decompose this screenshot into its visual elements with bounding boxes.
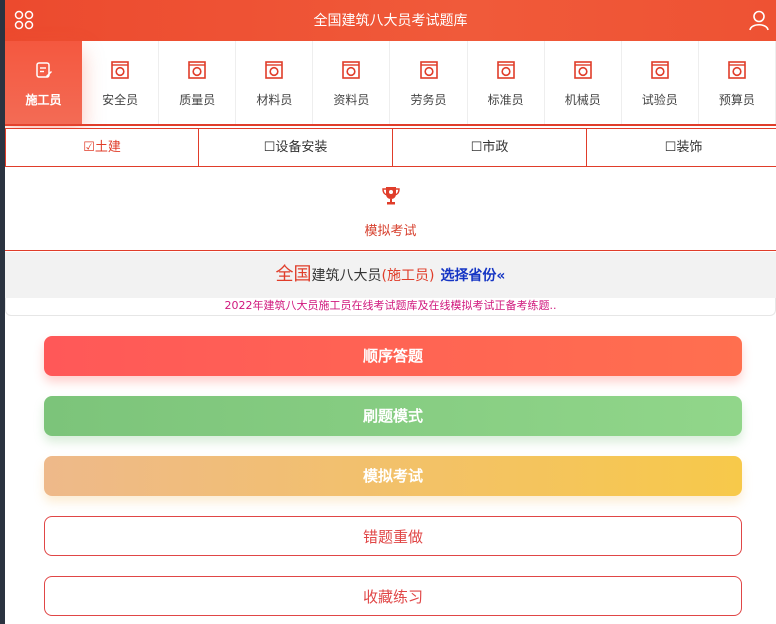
region-text: 全国 <box>275 264 312 285</box>
notice-bar: 2022年建筑八大员施工员在线考试题库及在线模拟考试正备考练题.. <box>5 298 776 316</box>
position-text: (施工员) <box>381 268 435 284</box>
exam-info-bar: 全国建筑八大员(施工员) 选择省份« <box>5 252 776 298</box>
exam-icon <box>111 61 129 79</box>
header: 全国建筑八大员考试题库 <box>5 0 776 41</box>
mock-exam-label: 模拟考试 <box>364 224 417 239</box>
tab-budget-officer[interactable]: 预算员 <box>699 41 776 124</box>
user-icon[interactable] <box>748 9 770 31</box>
exam-icon <box>573 61 592 79</box>
category-label: 劳务员 <box>410 93 447 107</box>
tab-testing-officer[interactable]: 试验员 <box>622 41 699 124</box>
category-label: 施工员 <box>25 93 62 107</box>
subtab-decoration[interactable]: ☐装饰 <box>587 128 776 167</box>
trophy-icon <box>381 187 400 205</box>
subtab-civil[interactable]: ☑土建 <box>5 128 199 167</box>
category-label: 安全员 <box>102 93 139 107</box>
tab-safety-officer[interactable]: 安全员 <box>82 41 160 124</box>
tab-quality-officer[interactable]: 质量员 <box>159 41 237 124</box>
select-province-link[interactable]: 选择省份« <box>440 268 505 284</box>
practice-mode-button[interactable]: 刷题模式 <box>44 396 742 436</box>
exam-icon <box>496 61 515 79</box>
exam-icon <box>419 61 438 79</box>
category-label: 资料员 <box>333 93 370 107</box>
category-label: 标准员 <box>487 93 524 107</box>
favorites-practice-button[interactable]: 收藏练习 <box>44 576 742 616</box>
notice-text: 2022年建筑八大员施工员在线考试题库及在线模拟考试正备考练题.. <box>224 299 557 312</box>
category-label: 试验员 <box>641 93 678 107</box>
sequential-answer-button[interactable]: 顺序答题 <box>44 336 742 376</box>
category-label: 预算员 <box>718 93 755 107</box>
exam-icon <box>342 61 361 79</box>
category-text: 建筑八大员 <box>311 268 382 284</box>
app-page: 全国建筑八大员考试题库 施工员 安全员 质量员 材料员 资料员 劳务员 标准员 … <box>5 0 776 624</box>
tab-machinery-officer[interactable]: 机械员 <box>545 41 622 124</box>
category-label: 质量员 <box>179 93 216 107</box>
tab-construction-worker[interactable]: 施工员 <box>5 41 83 124</box>
wrong-question-redo-button[interactable]: 错题重做 <box>44 516 742 556</box>
category-label: 机械员 <box>564 93 601 107</box>
tab-materials-officer[interactable]: 材料员 <box>236 41 314 124</box>
tab-labor-officer[interactable]: 劳务员 <box>390 41 468 124</box>
exam-icon <box>265 61 284 79</box>
subtab-equipment-install[interactable]: ☐设备安装 <box>199 128 393 167</box>
subtab-municipal[interactable]: ☐市政 <box>393 128 587 167</box>
page-title: 全国建筑八大员考试题库 <box>313 13 468 29</box>
category-tabs: 施工员 安全员 质量员 材料员 资料员 劳务员 标准员 机械员 试验员 预算员 <box>5 41 776 126</box>
mock-exam-button[interactable]: 模拟考试 <box>44 456 742 496</box>
mock-exam-entry[interactable]: 模拟考试 <box>5 168 776 251</box>
category-label: 材料员 <box>256 93 293 107</box>
specialty-tabs: ☑土建 ☐设备安装 ☐市政 ☐装饰 <box>5 128 776 168</box>
exam-icon <box>188 61 207 79</box>
tab-documentation-officer[interactable]: 资料员 <box>313 41 391 124</box>
tab-standards-officer[interactable]: 标准员 <box>468 41 545 124</box>
exam-icon <box>728 61 746 79</box>
exam-icon <box>650 61 669 79</box>
edit-icon <box>35 62 52 78</box>
